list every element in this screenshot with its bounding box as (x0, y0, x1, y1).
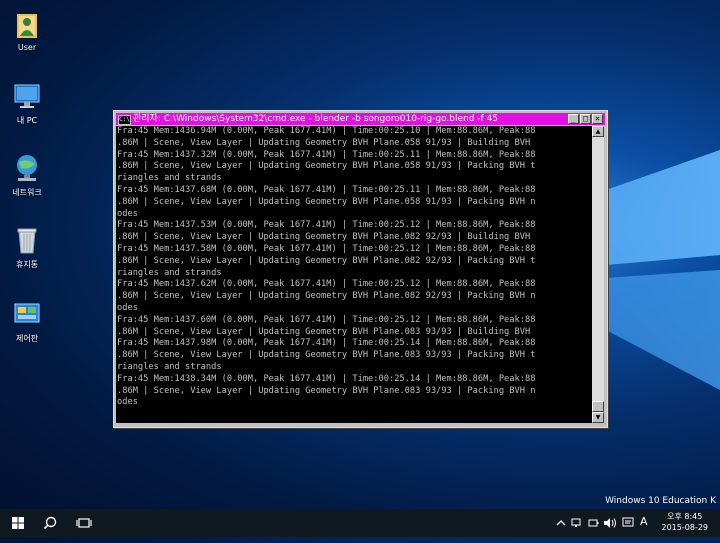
scroll-down-button[interactable]: ▼ (592, 412, 604, 423)
network-tray-icon[interactable] (571, 517, 583, 529)
desktop-icon-label: 네트워크 (12, 188, 42, 197)
console-line: riangles and strands (117, 361, 222, 372)
console-line: .86M | Scene, View Layer | Updating Geom… (117, 326, 531, 337)
clock-time: 오후 8:45 (667, 512, 703, 521)
console-line: Fra:45 Mem:1437.60M (0.00M, Peak 1677.41… (117, 314, 536, 325)
console-line: Fra:45 Mem:1436.94M (0.00M, Peak 1677.41… (117, 126, 536, 136)
console-line: Fra:45 Mem:1437.62M (0.00M, Peak 1677.41… (117, 279, 536, 290)
console-output[interactable]: Fra:45 Mem:1436.94M (0.00M, Peak 1677.41… (116, 126, 592, 423)
taskbar: A 오후 8:45 2015-08-29 (0, 509, 720, 537)
maximize-button[interactable]: □ (580, 114, 591, 124)
action-center-icon[interactable] (622, 517, 634, 529)
cmd-title-bar[interactable]: C:\ 관리자: C:\Windows\System32\cmd.exe - b… (116, 113, 605, 125)
desktop-icon-user[interactable]: User (6, 8, 48, 52)
desktop-icon-network[interactable]: 네트워크 (6, 152, 48, 198)
cmd-app-icon[interactable]: C:\ (118, 115, 131, 125)
cmd-window-title: 관리자: C:\Windows\System32\cmd.exe - blend… (133, 114, 499, 124)
console-line: riangles and strands (117, 173, 222, 184)
console-line: .86M | Scene, View Layer | Updating Geom… (117, 232, 531, 243)
clock-date: 2015-08-29 (661, 523, 709, 532)
console-line: .86M | Scene, View Layer | Updating Geom… (117, 255, 536, 266)
show-hidden-icons-icon[interactable] (556, 518, 566, 528)
scroll-up-button[interactable]: ▲ (592, 126, 604, 137)
console-line: .86M | Scene, View Layer | Updating Geom… (117, 137, 531, 148)
cmd-window[interactable]: C:\ 관리자: C:\Windows\System32\cmd.exe - b… (113, 110, 608, 428)
console-line: .86M | Scene, View Layer | Updating Geom… (117, 385, 536, 396)
console-line: Fra:45 Mem:1438.34M (0.00M, Peak 1677.41… (117, 373, 536, 384)
console-line: .86M | Scene, View Layer | Updating Geom… (117, 196, 536, 207)
console-line: Fra:45 Mem:1437.53M (0.00M, Peak 1677.41… (117, 220, 536, 231)
console-line: riangles and strands (117, 267, 222, 278)
vertical-scrollbar[interactable]: ▲ ▼ (592, 126, 604, 423)
scroll-thumb[interactable] (592, 401, 604, 412)
power-plug-icon[interactable] (587, 517, 599, 529)
volume-icon[interactable] (603, 517, 617, 529)
computer-icon (14, 84, 40, 108)
desktop-icon-recycle-bin[interactable]: 휴지통 (6, 224, 48, 270)
close-button[interactable]: × (592, 114, 603, 124)
minimize-button[interactable]: _ (568, 114, 579, 124)
taskbar-clock[interactable]: 오후 8:45 2015-08-29 (662, 511, 709, 533)
console-line: .86M | Scene, View Layer | Updating Geom… (117, 350, 536, 361)
desktop-icon-label: User (17, 43, 37, 52)
desktop-icon-label: 내 PC (16, 116, 38, 125)
console-line: Fra:45 Mem:1437.98M (0.00M, Peak 1677.41… (117, 338, 536, 349)
task-view-icon[interactable] (74, 513, 94, 533)
console-line: .86M | Scene, View Layer | Updating Geom… (117, 291, 536, 302)
console-line: Fra:45 Mem:1437.58M (0.00M, Peak 1677.41… (117, 243, 536, 254)
desktop-icon-this-pc[interactable]: 내 PC (6, 80, 48, 126)
desktop-icon-label: 제어판 (15, 334, 39, 343)
console-line: Fra:45 Mem:1437.32M (0.00M, Peak 1677.41… (117, 149, 536, 160)
network-icon (17, 155, 37, 181)
desktop-icon-label: 휴지통 (15, 260, 39, 269)
control-panel-icon (14, 303, 40, 323)
windows-edition-watermark: Windows 10 Education K (605, 496, 716, 506)
desktop-icon-control-panel[interactable]: 제어판 (6, 298, 48, 344)
search-icon[interactable] (40, 513, 60, 533)
recycle-bin-icon (17, 228, 37, 254)
console-line: .86M | Scene, View Layer | Updating Geom… (117, 161, 536, 172)
console-line: odes (117, 208, 138, 219)
console-line: odes (117, 397, 138, 408)
user-folder-icon (17, 14, 37, 38)
windows-start-icon[interactable] (8, 513, 28, 533)
console-line: Fra:45 Mem:1437.68M (0.00M, Peak 1677.41… (117, 184, 536, 195)
ime-indicator[interactable]: A (640, 515, 648, 543)
console-line: odes (117, 302, 138, 313)
